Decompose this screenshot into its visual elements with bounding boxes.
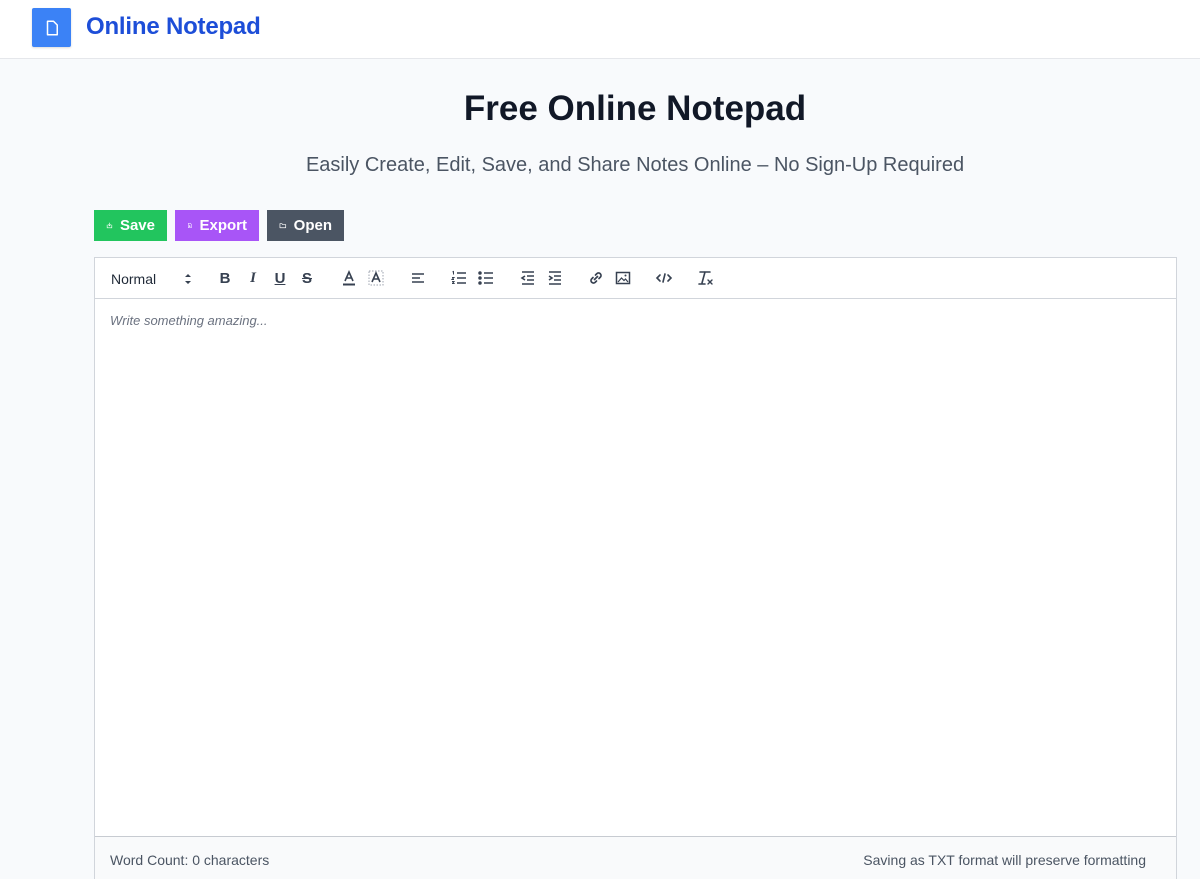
- header-format-select[interactable]: Normal: [111, 269, 193, 289]
- export-button[interactable]: Export: [175, 210, 259, 241]
- ordered-list-button[interactable]: [449, 268, 469, 288]
- link-button[interactable]: [586, 268, 606, 288]
- bold-button[interactable]: B: [215, 268, 235, 288]
- indent-button[interactable]: [545, 268, 565, 288]
- bullet-list-button[interactable]: [476, 268, 496, 288]
- page-subtitle: Easily Create, Edit, Save, and Share Not…: [305, 154, 965, 176]
- export-file-icon: [188, 222, 192, 229]
- italic-icon: I: [250, 269, 256, 286]
- image-button[interactable]: [613, 268, 633, 288]
- editor-content-area[interactable]: Write something amazing...: [95, 299, 1176, 836]
- code-icon: [655, 273, 673, 283]
- page-title: Free Online Notepad: [463, 89, 807, 128]
- open-button[interactable]: Open: [267, 210, 344, 241]
- link-icon: [590, 272, 602, 284]
- save-button-label: Save: [119, 217, 155, 234]
- outdent-icon: [520, 271, 534, 285]
- action-buttons: Save Export Open: [94, 210, 344, 241]
- rich-text-editor: Normal B I U S Write something amazing..…: [94, 257, 1177, 879]
- editor-status-bar: Word Count: 0 characters Saving as TXT f…: [95, 836, 1176, 879]
- document-icon: [46, 20, 58, 35]
- export-button-label: Export: [199, 217, 247, 234]
- underline-button[interactable]: U: [270, 268, 290, 288]
- outdent-button[interactable]: [518, 268, 538, 288]
- indent-icon: [548, 271, 561, 285]
- header-format-value: Normal: [111, 271, 157, 287]
- brand-title[interactable]: Online Notepad: [86, 13, 261, 41]
- editor-placeholder: Write something amazing...: [110, 313, 268, 328]
- clear-format-icon: [698, 271, 713, 285]
- folder-icon: [279, 223, 287, 229]
- highlight-color-icon: [368, 270, 384, 286]
- top-navigation-bar: Online Notepad: [0, 0, 1200, 59]
- align-left-icon: [412, 273, 424, 283]
- logo[interactable]: [32, 8, 71, 47]
- format-note: Saving as TXT format will preserve forma…: [863, 852, 1146, 868]
- italic-button[interactable]: I: [243, 268, 263, 288]
- save-icon: [106, 222, 113, 229]
- bold-icon: B: [219, 269, 231, 287]
- ordered-list-icon: [450, 270, 466, 284]
- image-icon: [615, 271, 631, 285]
- save-button[interactable]: Save: [94, 210, 167, 241]
- editor-toolbar: Normal B I U S: [95, 258, 1176, 299]
- strike-button[interactable]: S: [297, 268, 317, 288]
- underline-icon: U: [274, 269, 286, 287]
- word-count: Word Count: 0 characters: [110, 852, 270, 868]
- background-color-button[interactable]: [366, 268, 386, 288]
- text-color-icon: [343, 270, 355, 286]
- select-arrows-icon: [185, 274, 191, 284]
- open-button-label: Open: [293, 217, 332, 234]
- bullet-list-icon: [478, 271, 493, 285]
- clear-formatting-button[interactable]: [696, 268, 716, 288]
- align-button[interactable]: [408, 268, 428, 288]
- code-block-button[interactable]: [654, 268, 674, 288]
- strike-icon: S: [301, 269, 312, 287]
- text-color-button[interactable]: [339, 268, 359, 288]
